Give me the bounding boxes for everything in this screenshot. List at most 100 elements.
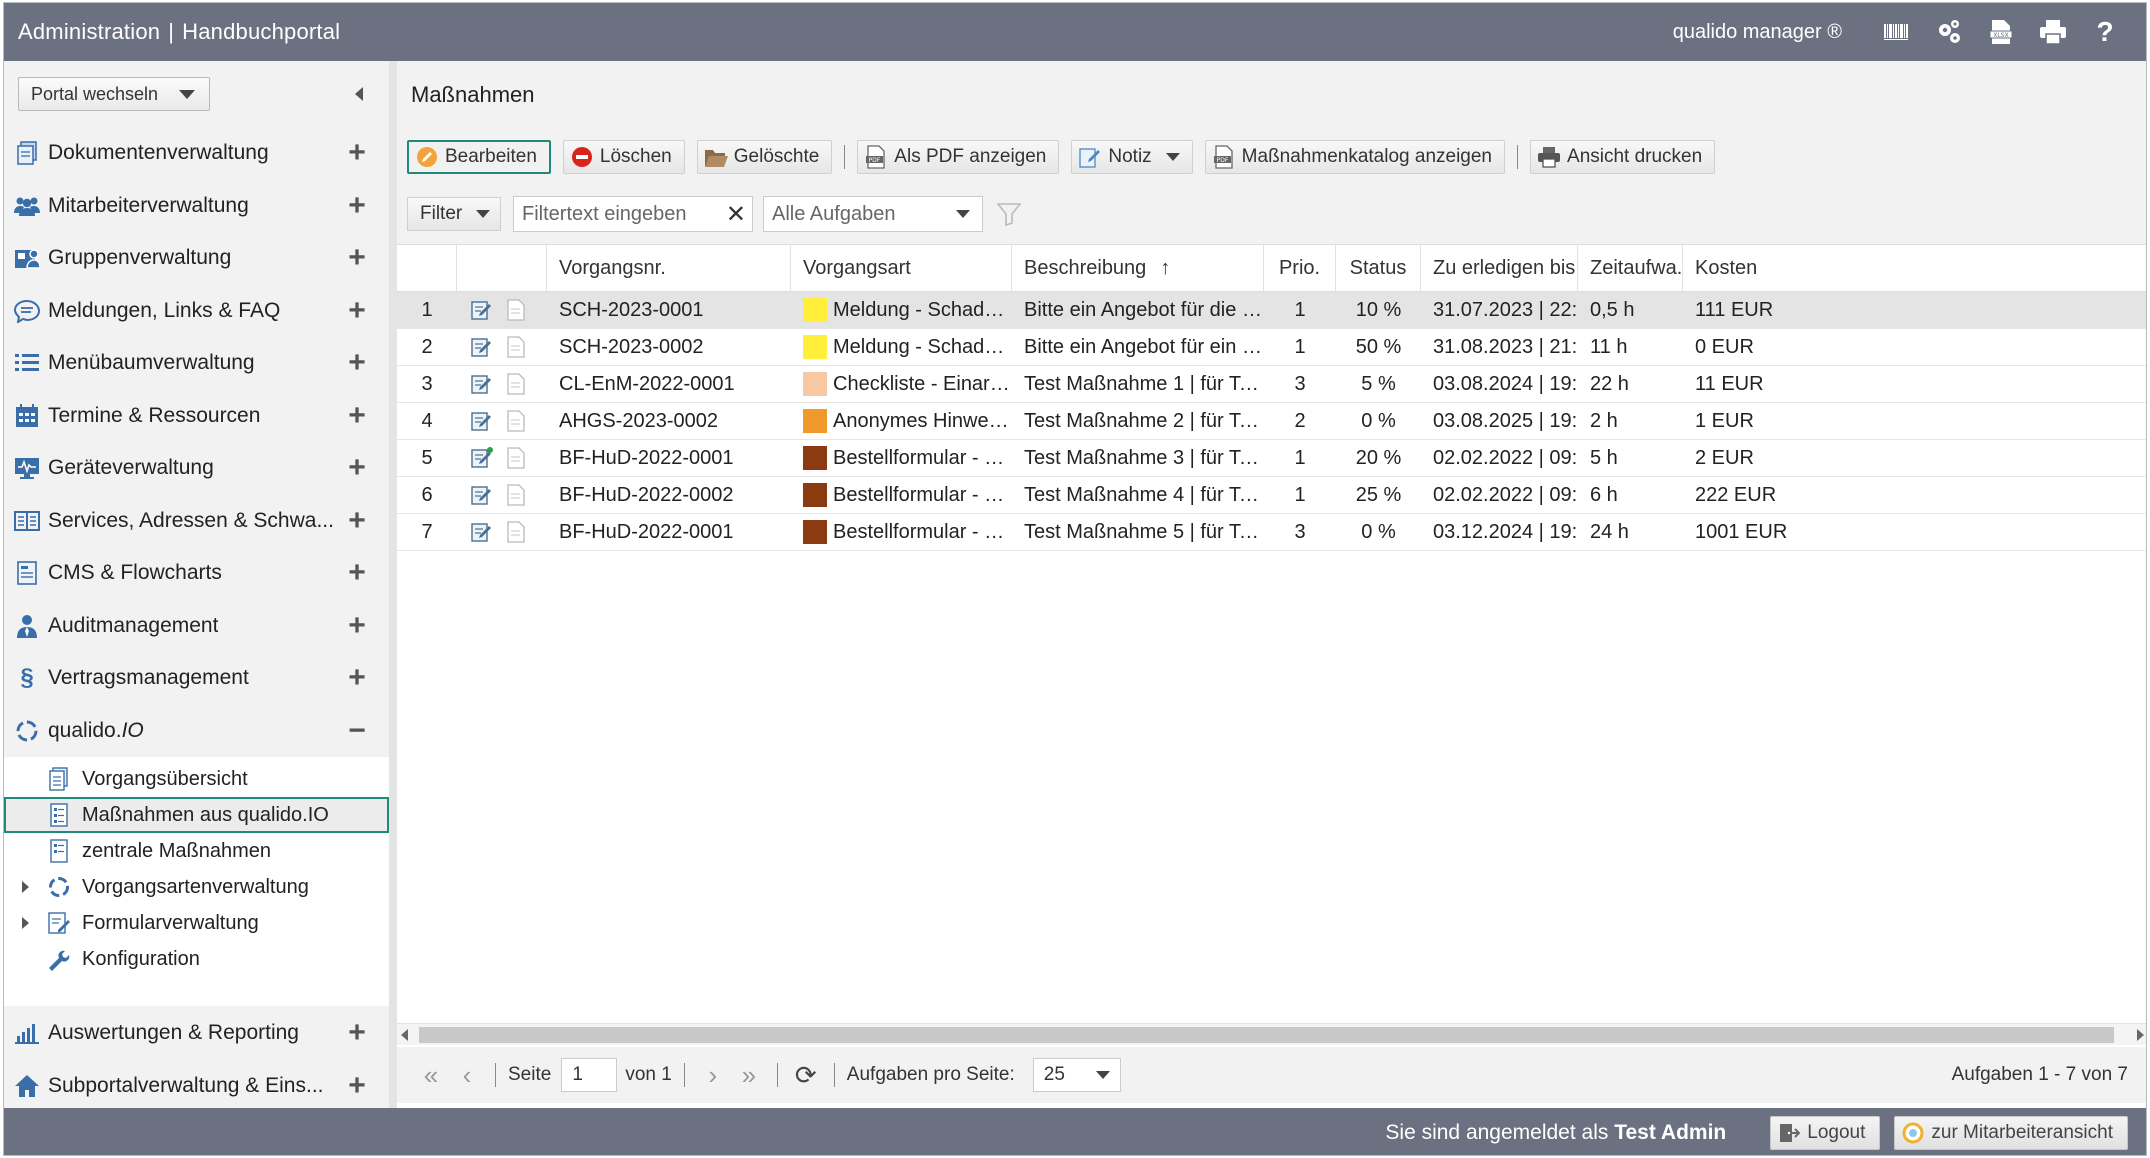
document-icon[interactable]	[503, 445, 529, 471]
show-catalog-button[interactable]: PDF Maßnahmenkatalog anzeigen	[1204, 139, 1506, 174]
sidebar-item-mitarbeiterverwaltung[interactable]: Mitarbeiterverwaltung +	[4, 180, 389, 233]
page-number-input[interactable]: 1	[561, 1058, 618, 1092]
tasks-select[interactable]: Alle Aufgaben	[763, 196, 983, 232]
scroll-left-icon[interactable]	[401, 1029, 408, 1041]
scroll-right-icon[interactable]	[2137, 1029, 2144, 1041]
filter-dropdown-button[interactable]: Filter	[407, 197, 501, 231]
deleted-items-button[interactable]: Gelöschte	[696, 139, 833, 174]
sidebar-item-dokumentenverwaltung[interactable]: Dokumentenverwaltung +	[4, 127, 389, 180]
expand-plus-icon[interactable]: +	[345, 348, 369, 378]
table-row[interactable]: 3 CL-EnM-2022-0001 Checkliste - Einarbeitu…	[397, 366, 2146, 403]
subitem-vorgangsartenverwaltung[interactable]: Vorgangsartenverwaltung	[4, 869, 389, 905]
subitem-massnahmen-qualido-io[interactable]: Maßnahmen aus qualido.IO	[4, 797, 389, 833]
print-view-button[interactable]: Ansicht drucken	[1530, 139, 1716, 174]
table-row[interactable]: 4 AHGS-2023-0002 Anonymes Hinweisgebe... Te…	[397, 403, 2146, 440]
print-icon[interactable]	[2038, 17, 2068, 47]
header-beschreibung[interactable]: Beschreibung ↑	[1012, 245, 1264, 291]
document-icon[interactable]	[503, 334, 529, 360]
records-summary: Aufgaben 1 - 7 von 7	[1951, 1064, 2128, 1085]
expand-plus-icon[interactable]: +	[345, 400, 369, 431]
expand-plus-icon[interactable]: +	[345, 1018, 369, 1048]
sidebar-item-vertragsmanagement[interactable]: § Vertragsmanagement +	[4, 652, 389, 705]
barcode-icon[interactable]	[1882, 17, 1912, 47]
table-row[interactable]: 2 SCH-2023-0002 Meldung - Schadens- un... B…	[397, 329, 2146, 366]
document-icon[interactable]	[503, 408, 529, 434]
employee-view-button[interactable]: zur Mitarbeiteransicht	[1894, 1115, 2128, 1150]
edit-row-icon[interactable]	[469, 519, 495, 545]
collapse-sidebar-icon[interactable]	[355, 87, 363, 101]
header-zeitaufwand[interactable]: Zeitaufwa...	[1578, 245, 1683, 291]
document-icon[interactable]	[503, 371, 529, 397]
sidebar-item-termine[interactable]: Termine & Ressourcen +	[4, 390, 389, 443]
logout-button[interactable]: Logout	[1770, 1115, 1881, 1150]
sidebar-item-geraeteverwaltung[interactable]: Geräteverwaltung +	[4, 442, 389, 495]
table-row[interactable]: 6 BF-HuD-2022-0002 Bestellformular - Hygie…	[397, 477, 2146, 514]
header-kosten[interactable]: Kosten	[1683, 245, 1814, 291]
expand-plus-icon[interactable]: +	[345, 453, 369, 483]
sidebar-item-gruppenverwaltung[interactable]: Gruppenverwaltung +	[4, 232, 389, 285]
subitem-konfiguration[interactable]: Konfiguration	[4, 941, 389, 977]
header-prio[interactable]: Prio.	[1264, 245, 1336, 291]
expand-plus-icon[interactable]: +	[345, 190, 369, 221]
edit-row-icon[interactable]	[469, 408, 495, 434]
sidebar-item-auditmanagement[interactable]: Auditmanagement +	[4, 600, 389, 653]
first-page-icon[interactable]: «	[415, 1059, 447, 1091]
expand-plus-icon[interactable]: +	[345, 610, 369, 641]
delete-button[interactable]: Löschen	[562, 139, 685, 174]
subitem-zentrale-massnahmen[interactable]: zentrale Maßnahmen	[4, 833, 389, 869]
note-dropdown-button[interactable]: Notiz	[1071, 139, 1193, 174]
table-row[interactable]: 1 SCH-2023-0001 Meldung - Schadens- un... B…	[397, 292, 2146, 329]
expand-triangle-icon[interactable]	[22, 881, 29, 893]
scrollbar-thumb[interactable]	[419, 1027, 2114, 1043]
document-icon[interactable]	[503, 297, 529, 323]
last-page-icon[interactable]: »	[733, 1059, 765, 1091]
next-page-icon[interactable]: ›	[697, 1059, 729, 1091]
header-zu-erledigen-bis[interactable]: Zu erledigen bis	[1421, 245, 1578, 291]
table-row[interactable]: 5 BF-HuD-2022-0001 Bestellformular - Hygie…	[397, 440, 2146, 477]
per-page-select[interactable]: 25	[1032, 1058, 1121, 1092]
funnel-icon[interactable]	[993, 198, 1025, 230]
vorgangsart-text: Bestellformular - Hygien...	[833, 520, 1012, 543]
expand-plus-icon[interactable]: +	[345, 243, 369, 273]
sidebar-item-cms[interactable]: CMS & Flowcharts +	[4, 547, 389, 600]
filter-text-input[interactable]: Filtertext eingeben ✕	[513, 196, 753, 232]
sidebar-item-auswertungen[interactable]: Auswertungen & Reporting +	[4, 1007, 389, 1060]
prev-page-icon[interactable]: ‹	[451, 1059, 483, 1091]
expand-plus-icon[interactable]: +	[345, 558, 369, 588]
expand-triangle-icon[interactable]	[22, 917, 29, 929]
edit-row-icon[interactable]	[469, 371, 495, 397]
subitem-formularverwaltung[interactable]: Formularverwaltung	[4, 905, 389, 941]
expand-plus-icon[interactable]: +	[345, 295, 369, 326]
expand-plus-icon[interactable]: +	[345, 138, 369, 168]
table-row[interactable]: 7 BF-HuD-2022-0001 Bestellformular - Hygie…	[397, 514, 2146, 551]
expand-plus-icon[interactable]: +	[345, 1070, 369, 1101]
sidebar-item-meldungen[interactable]: Meldungen, Links & FAQ +	[4, 285, 389, 338]
header-status[interactable]: Status	[1336, 245, 1421, 291]
document-icon[interactable]	[503, 519, 529, 545]
collapse-minus-icon[interactable]: −	[345, 715, 369, 746]
edit-row-icon[interactable]	[469, 445, 495, 471]
sidebar-item-qualido-io[interactable]: qualido.IO −	[4, 705, 389, 758]
clear-icon[interactable]: ✕	[726, 200, 746, 229]
cell-vorgangsart: Meldung - Schadens- un...	[791, 292, 1012, 328]
sidebar-item-subportalverwaltung[interactable]: Subportalverwaltung & Eins... +	[4, 1060, 389, 1113]
edit-row-icon[interactable]	[469, 297, 495, 323]
edit-button[interactable]: Bearbeiten	[407, 139, 551, 174]
show-pdf-button[interactable]: PDF Als PDF anzeigen	[857, 139, 1060, 174]
expand-plus-icon[interactable]: +	[345, 663, 369, 693]
horizontal-scrollbar[interactable]	[397, 1023, 2146, 1045]
sidebar-item-menuebaumverwaltung[interactable]: Menübaumverwaltung +	[4, 337, 389, 390]
xlsx-icon[interactable]: XLSX	[1986, 17, 2016, 47]
subitem-vorgangsuebersicht[interactable]: Vorgangsübersicht	[4, 761, 389, 797]
portal-switch-select[interactable]: Portal wechseln	[18, 77, 210, 111]
edit-row-icon[interactable]	[469, 482, 495, 508]
sidebar-item-services[interactable]: Services, Adressen & Schwa... +	[4, 495, 389, 548]
header-vorgangsnr[interactable]: Vorgangsnr.	[547, 245, 791, 291]
help-icon[interactable]: ?	[2090, 16, 2120, 47]
refresh-icon[interactable]: ⟳	[790, 1059, 822, 1091]
header-vorgangsart[interactable]: Vorgangsart	[791, 245, 1012, 291]
edit-row-icon[interactable]	[469, 334, 495, 360]
settings-gears-icon[interactable]	[1934, 17, 1964, 47]
expand-plus-icon[interactable]: +	[345, 505, 369, 536]
document-icon[interactable]	[503, 482, 529, 508]
